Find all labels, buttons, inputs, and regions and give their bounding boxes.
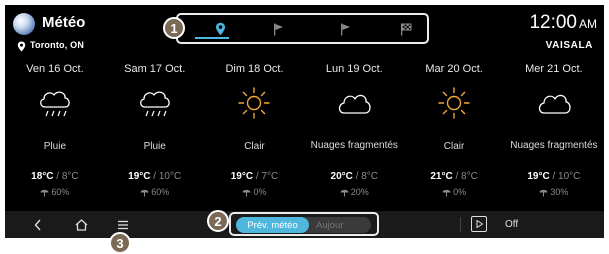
forecast-mode-toggle: Prév. météo Aujour [229,212,379,236]
app-title: Météo [42,14,86,31]
day-name: Dim 18 Oct. [225,63,284,75]
flag-icon [340,23,350,35]
rain-cloud-icon [139,91,170,117]
precipitation: 0% [404,187,504,197]
condition-label: Clair [244,141,265,152]
umbrella-icon [442,190,451,197]
temperature-range: 19°C / 10°C [128,171,182,182]
forecast-row: Ven 16 Oct. Pluie 18°C / 8°C 60% Sam 17 … [5,63,604,203]
temp-high: 19°C [527,171,550,182]
location-tabs [176,13,429,44]
cloud-icon [538,94,571,114]
day-name: Mar 20 Oct. [425,63,483,75]
divider [460,217,461,232]
rain-cloud-icon [39,91,70,117]
weather-app-logo [13,13,35,35]
temperature-range: 21°C / 8°C [430,171,478,182]
day-name: Ven 16 Oct. [26,63,84,75]
weather-screen: Météo Toronto, ON 12:00 AM VAISALA 1 Ven… [5,5,604,238]
active-tab-indicator [195,37,229,39]
precip-value: 0% [453,187,467,197]
provider-logo: VAISALA [545,40,593,51]
tab-final-destination[interactable] [390,18,422,40]
precip-value: 20% [350,187,369,197]
clock-time: 12:00 [529,12,577,33]
umbrella-icon [242,190,251,197]
forecast-day: Dim 18 Oct. Clair 19°C / 7°C 0% [205,63,305,203]
menu-icon [118,220,128,229]
bottom-bar: Prév. météo Aujour Off [5,211,604,238]
tab-waypoint[interactable] [329,18,361,40]
callout-1: 1 [163,17,185,39]
sun-icon [238,87,271,119]
forecast-day: Sam 17 Oct. Pluie 19°C / 10°C 60% [105,63,205,203]
temp-low: 8°C [461,171,478,182]
temp-low: 8°C [361,171,379,182]
temperature-range: 19°C / 7°C [230,171,279,182]
toggle-track: Prév. météo Aujour [236,217,371,233]
temperature-range: 19°C / 10°C [527,171,581,182]
temp-low: 10°C [158,171,182,182]
forecast-tab-button[interactable]: Prév. météo [236,217,309,233]
umbrella-icon [40,190,49,197]
umbrella-icon [340,190,349,197]
day-name: Lun 19 Oct. [325,63,383,75]
callout-2: 2 [207,210,229,232]
precip-value: 60% [51,187,70,197]
temp-low: 8°C [61,171,79,182]
umbrella-icon [539,190,548,197]
clock-ampm: AM [579,17,597,31]
temp-high: 19°C [128,171,151,182]
today-tab-button[interactable]: Aujour [316,217,366,233]
precipitation: 20% [304,187,404,197]
temperature-range: 18°C / 8°C [31,171,79,182]
play-icon [476,220,483,228]
condition-label: Pluie [43,141,67,152]
temp-high: 21°C [430,171,453,182]
day-name: Sam 17 Oct. [124,63,186,75]
day-name: Mer 21 Oct. [525,63,583,75]
condition-label: Nuages fragmentés [310,140,398,151]
precip-value: 0% [253,187,267,197]
location-pin-icon [17,41,26,52]
umbrella-icon [140,190,149,197]
cloud-icon [339,94,371,114]
home-icon [75,218,87,231]
playback-status: Off [505,219,519,230]
precip-value: 60% [151,187,170,197]
temperature-range: 20°C / 8°C [330,171,379,182]
tab-destination[interactable] [262,18,294,40]
checkered-flag-icon [401,23,412,35]
home-button[interactable] [66,211,96,238]
forecast-day: Ven 16 Oct. Pluie 18°C / 8°C 60% [5,63,105,203]
sun-icon [438,87,470,119]
temp-high: 20°C [330,171,353,182]
forecast-day: Mer 21 Oct. Nuages fragmentés 19°C / 10°… [504,63,604,203]
precipitation: 60% [5,187,105,197]
temp-low: 7°C [261,171,279,182]
location-label: Toronto, ON [30,40,85,50]
clock: 12:00 AM [529,12,597,34]
condition-label: Nuages fragmentés [510,140,598,151]
chevron-left-icon [34,219,41,230]
precipitation: 30% [504,187,604,197]
temp-high: 19°C [230,171,254,182]
condition-label: Clair [443,141,465,152]
back-button[interactable] [23,211,53,238]
precipitation: 60% [105,187,205,197]
precipitation: 0% [205,187,305,197]
callout-3: 3 [109,232,131,254]
flag-icon [273,23,283,35]
condition-label: Pluie [143,141,166,152]
temp-high: 18°C [31,171,54,182]
forecast-day: Mar 20 Oct. Clair 21°C / 8°C 0% [404,63,504,203]
temp-low: 10°C [558,171,581,182]
play-button[interactable] [471,216,487,232]
forecast-day: Lun 19 Oct. Nuages fragmentés 20°C / 8°C… [304,63,404,203]
location-pin-icon [215,22,225,36]
precip-value: 30% [550,187,569,197]
